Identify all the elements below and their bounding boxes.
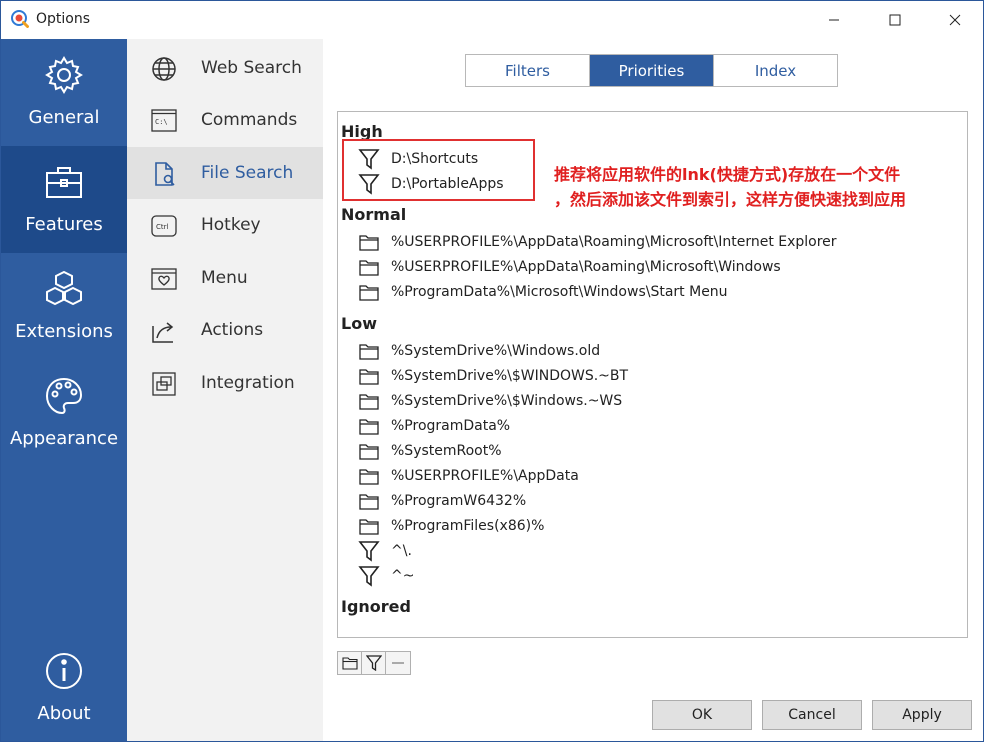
tab-bar: Filters Priorities Index bbox=[465, 54, 838, 87]
tab-filters[interactable]: Filters bbox=[466, 55, 590, 86]
list-item[interactable]: %SystemRoot% bbox=[358, 439, 502, 463]
sub-item-label: Integration bbox=[201, 373, 295, 393]
filter-icon bbox=[358, 541, 380, 562]
remove-button[interactable] bbox=[386, 652, 410, 674]
sub-item-label: Web Search bbox=[201, 58, 302, 78]
file-search-icon bbox=[155, 162, 175, 186]
folder-icon bbox=[359, 260, 379, 276]
folder-icon bbox=[359, 419, 379, 435]
integration-icon bbox=[152, 372, 176, 396]
close-button[interactable] bbox=[932, 1, 978, 39]
sub-item-label: Menu bbox=[201, 268, 248, 288]
sub-item-integration[interactable]: Integration bbox=[127, 357, 323, 409]
tab-index[interactable]: Index bbox=[714, 55, 837, 86]
filter-icon bbox=[365, 655, 382, 671]
list-item[interactable]: %USERPROFILE%\AppData\Roaming\Microsoft\… bbox=[358, 230, 837, 254]
minimize-icon bbox=[829, 19, 839, 21]
list-item[interactable]: %ProgramData%\Microsoft\Windows\Start Me… bbox=[358, 280, 728, 304]
sub-item-commands[interactable]: C:\ Commands bbox=[127, 94, 323, 146]
nav-label: Extensions bbox=[15, 321, 113, 342]
list-item[interactable]: %ProgramFiles(x86)% bbox=[358, 514, 544, 538]
sub-item-file-search[interactable]: File Search bbox=[127, 147, 323, 199]
nav-item-appearance[interactable]: Appearance bbox=[1, 360, 127, 467]
nav-item-general[interactable]: General bbox=[1, 39, 127, 146]
ok-button[interactable]: OK bbox=[652, 700, 752, 730]
highlight-box bbox=[342, 139, 535, 201]
folder-icon bbox=[359, 285, 379, 301]
folder-icon bbox=[359, 469, 379, 485]
folder-icon bbox=[359, 494, 379, 510]
folder-icon bbox=[359, 444, 379, 460]
main-nav: General Features Extensions Appearance A… bbox=[1, 39, 127, 741]
maximize-icon bbox=[889, 14, 901, 26]
folder-icon bbox=[341, 657, 358, 670]
filter-icon bbox=[358, 566, 380, 587]
sub-item-hotkey[interactable]: Ctrl Hotkey bbox=[127, 199, 323, 251]
apply-button[interactable]: Apply bbox=[872, 700, 972, 730]
terminal-icon: C:\ bbox=[151, 109, 177, 132]
folder-icon bbox=[359, 519, 379, 535]
window-title: Options bbox=[36, 11, 91, 27]
nav-item-about[interactable]: About bbox=[1, 635, 127, 741]
group-ignored[interactable]: Ignored bbox=[341, 597, 411, 616]
folder-icon bbox=[359, 369, 379, 385]
list-item[interactable]: %ProgramW6432% bbox=[358, 489, 526, 513]
nav-label: Appearance bbox=[9, 428, 119, 449]
keyboard-key-icon: Ctrl bbox=[151, 215, 177, 237]
annotation-line-2: ，然后添加该文件到索引，这样方便快速找到应用 bbox=[554, 190, 907, 209]
palette-icon bbox=[45, 377, 83, 415]
folder-icon bbox=[359, 344, 379, 360]
nav-label: About bbox=[37, 703, 91, 724]
list-item[interactable]: %USERPROFILE%\AppData\Roaming\Microsoft\… bbox=[358, 255, 781, 279]
nav-label: General bbox=[28, 107, 100, 128]
sub-item-label: Hotkey bbox=[201, 215, 261, 235]
keyboard-key-icon-text: Ctrl bbox=[156, 223, 169, 231]
list-item[interactable]: ^\. bbox=[358, 539, 412, 563]
share-arrow-icon bbox=[152, 322, 174, 343]
list-item[interactable]: ^~ bbox=[358, 564, 414, 588]
terminal-icon-text: C:\ bbox=[155, 118, 168, 126]
sub-item-label: Commands bbox=[201, 110, 298, 130]
add-filter-button[interactable] bbox=[362, 652, 386, 674]
maximize-button[interactable] bbox=[872, 1, 918, 39]
minus-icon bbox=[392, 662, 404, 664]
toolbox-icon bbox=[46, 167, 82, 198]
sub-item-actions[interactable]: Actions bbox=[127, 304, 323, 356]
list-toolbar bbox=[337, 651, 411, 675]
sub-item-menu[interactable]: Menu bbox=[127, 252, 323, 304]
group-low[interactable]: Low bbox=[341, 314, 377, 333]
add-folder-button[interactable] bbox=[338, 652, 362, 674]
feature-nav: Web Search C:\ Commands File Search Ctrl… bbox=[127, 39, 323, 741]
minimize-button[interactable] bbox=[811, 1, 857, 39]
sub-item-web-search[interactable]: Web Search bbox=[127, 42, 323, 94]
nav-item-features[interactable]: Features bbox=[1, 146, 127, 253]
group-normal[interactable]: Normal bbox=[341, 205, 406, 224]
cubes-icon bbox=[46, 270, 82, 306]
sub-item-label: Actions bbox=[201, 320, 264, 340]
menu-heart-icon bbox=[151, 268, 177, 290]
cancel-button[interactable]: Cancel bbox=[762, 700, 862, 730]
gear-icon bbox=[45, 56, 83, 94]
list-item[interactable]: %ProgramData% bbox=[358, 414, 510, 438]
list-item[interactable]: %SystemDrive%\$Windows.~WS bbox=[358, 389, 622, 413]
folder-icon bbox=[359, 235, 379, 251]
folder-icon bbox=[359, 394, 379, 410]
annotation-line-1: 推荐将应用软件的lnk(快捷方式)存放在一个文件 bbox=[554, 165, 901, 184]
info-icon bbox=[46, 653, 82, 689]
nav-label: Features bbox=[25, 214, 103, 235]
options-window: Options General Features Extensions Appe… bbox=[0, 0, 984, 742]
globe-icon bbox=[152, 57, 176, 81]
tab-priorities[interactable]: Priorities bbox=[590, 55, 714, 86]
sub-item-label: File Search bbox=[201, 163, 294, 183]
title-bar: Options bbox=[1, 1, 983, 39]
close-icon bbox=[949, 14, 961, 26]
nav-item-extensions[interactable]: Extensions bbox=[1, 253, 127, 360]
list-item[interactable]: %USERPROFILE%\AppData bbox=[358, 464, 579, 488]
list-item[interactable]: %SystemDrive%\Windows.old bbox=[358, 339, 600, 363]
list-item[interactable]: %SystemDrive%\$WINDOWS.~BT bbox=[358, 364, 628, 388]
app-search-icon bbox=[11, 10, 29, 28]
